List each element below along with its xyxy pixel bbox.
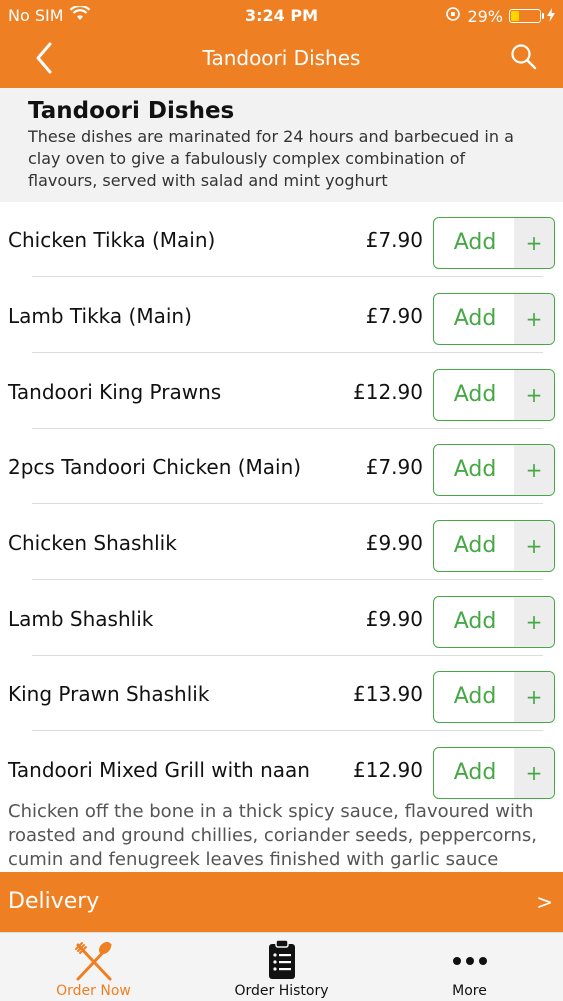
add-label: Add bbox=[453, 533, 497, 558]
item-price: £7.90 bbox=[365, 304, 423, 328]
add-label: Add bbox=[453, 684, 497, 709]
add-button[interactable]: Add + bbox=[433, 671, 555, 723]
add-button[interactable]: Add + bbox=[433, 217, 555, 269]
menu-item-row: 2pcs Tandoori Chicken (Main) £7.90 Add + bbox=[0, 429, 563, 504]
menu-item-row: Tandoori Mixed Grill with naan £12.90 Ad… bbox=[0, 732, 563, 807]
divider bbox=[32, 503, 543, 504]
item-description: Chicken off the bone in a thick spicy sa… bbox=[8, 801, 537, 870]
plus-icon: + bbox=[514, 445, 554, 495]
search-icon bbox=[511, 44, 537, 70]
item-name: Tandoori Mixed Grill with naan bbox=[8, 758, 310, 782]
item-name: Chicken Tikka (Main) bbox=[8, 228, 216, 252]
item-price: £9.90 bbox=[365, 531, 423, 555]
item-price: £9.90 bbox=[365, 607, 423, 631]
delivery-bar[interactable]: Delivery > bbox=[0, 872, 563, 932]
top-bar: No SIM 3:24 PM 29% Tandoori Dishes bbox=[0, 0, 563, 88]
nav-title: Tandoori Dishes bbox=[202, 46, 361, 70]
item-name: Lamb Tikka (Main) bbox=[8, 304, 192, 328]
fork-knife-icon bbox=[72, 939, 116, 987]
menu-item-row: Tandoori King Prawns £12.90 Add + bbox=[0, 354, 563, 429]
add-button[interactable]: Add + bbox=[433, 369, 555, 421]
category-header: Tandoori Dishes These dishes are marinat… bbox=[0, 88, 563, 202]
divider bbox=[32, 276, 543, 277]
menu-item-row: Lamb Tikka (Main) £7.90 Add + bbox=[0, 278, 563, 353]
delivery-label: Delivery bbox=[8, 889, 100, 914]
add-label: Add bbox=[453, 230, 497, 255]
category-description: These dishes are marinated for 24 hours … bbox=[28, 127, 514, 190]
menu-item-row: Chicken Shashlik £9.90 Add + bbox=[0, 505, 563, 580]
item-name: Lamb Shashlik bbox=[8, 607, 154, 631]
tab-label: More bbox=[452, 983, 487, 999]
plus-icon: + bbox=[514, 218, 554, 268]
item-price: £12.90 bbox=[353, 380, 423, 404]
battery-icon bbox=[509, 9, 544, 23]
menu-list: Chicken Tikka (Main) £7.90 Add + Lamb Ti… bbox=[0, 202, 563, 872]
clipboard-icon bbox=[267, 939, 297, 985]
menu-item-row: Lamb Shashlik £9.90 Add + bbox=[0, 581, 563, 656]
add-label: Add bbox=[453, 609, 497, 634]
item-price: £7.90 bbox=[365, 228, 423, 252]
divider bbox=[32, 579, 543, 580]
item-name: Chicken Shashlik bbox=[8, 531, 177, 555]
status-bar: No SIM 3:24 PM 29% bbox=[0, 0, 563, 30]
more-dots-icon bbox=[452, 951, 488, 970]
add-button[interactable]: Add + bbox=[433, 747, 555, 799]
orientation-lock-icon bbox=[445, 6, 461, 26]
charging-icon bbox=[547, 7, 555, 26]
add-button[interactable]: Add + bbox=[433, 596, 555, 648]
add-label: Add bbox=[453, 306, 497, 331]
plus-icon: + bbox=[514, 294, 554, 344]
add-button[interactable]: Add + bbox=[433, 520, 555, 572]
search-button[interactable] bbox=[509, 42, 539, 72]
category-title: Tandoori Dishes bbox=[28, 98, 235, 124]
add-label: Add bbox=[453, 382, 497, 407]
status-right: 29% bbox=[445, 6, 555, 26]
menu-item-row: Chicken Tikka (Main) £7.90 Add + bbox=[0, 202, 563, 277]
item-price: £12.90 bbox=[353, 758, 423, 782]
item-price: £7.90 bbox=[365, 455, 423, 479]
item-price: £13.90 bbox=[353, 682, 423, 706]
plus-icon: + bbox=[514, 597, 554, 647]
item-name: 2pcs Tandoori Chicken (Main) bbox=[8, 455, 302, 479]
add-button[interactable]: Add + bbox=[433, 293, 555, 345]
plus-icon: + bbox=[514, 672, 554, 722]
add-label: Add bbox=[453, 457, 497, 482]
item-name: King Prawn Shashlik bbox=[8, 682, 210, 706]
divider bbox=[32, 352, 543, 353]
add-button[interactable]: Add + bbox=[433, 444, 555, 496]
divider bbox=[32, 730, 543, 731]
plus-icon: + bbox=[514, 521, 554, 571]
menu-item-row: King Prawn Shashlik £13.90 Add + bbox=[0, 656, 563, 731]
tab-label: Order History bbox=[234, 983, 329, 999]
add-label: Add bbox=[453, 760, 497, 785]
battery-percent: 29% bbox=[467, 6, 503, 26]
chevron-right-icon: > bbox=[536, 890, 553, 914]
plus-icon: + bbox=[514, 748, 554, 798]
tab-label: Order Now bbox=[56, 983, 131, 999]
nav-bar: Tandoori Dishes bbox=[0, 30, 563, 88]
tab-order-now[interactable]: Order Now bbox=[0, 933, 187, 1001]
plus-icon: + bbox=[514, 370, 554, 420]
item-name: Tandoori King Prawns bbox=[8, 380, 222, 404]
tab-order-history[interactable]: Order History bbox=[188, 933, 375, 1001]
tab-bar: Order Now Order History More bbox=[0, 932, 563, 1001]
tab-more[interactable]: More bbox=[376, 933, 563, 1001]
